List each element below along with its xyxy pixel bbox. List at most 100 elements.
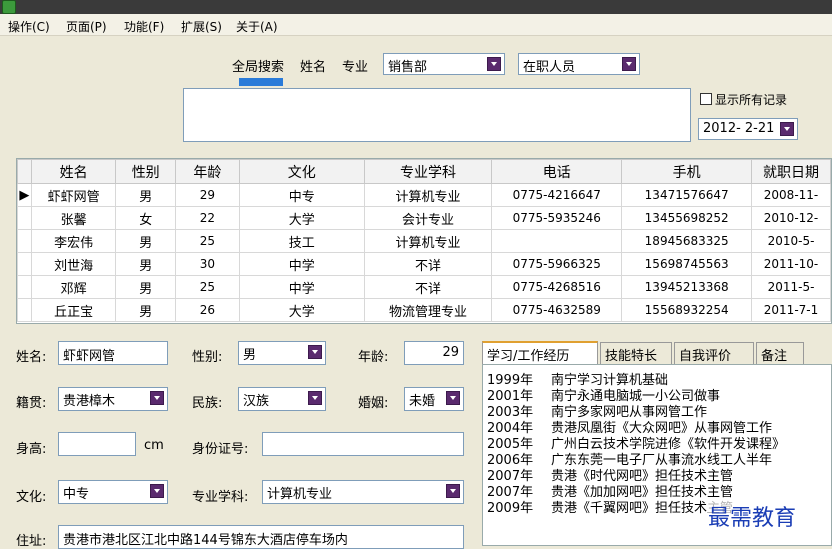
cell-gender[interactable]: 男 xyxy=(115,275,177,299)
search-name-option[interactable]: 姓名 xyxy=(300,56,326,75)
cell-age[interactable]: 30 xyxy=(175,252,240,276)
date-picker[interactable]: 2012- 2-21 xyxy=(698,118,798,140)
cell-name[interactable]: 李宏伟 xyxy=(30,229,117,253)
col-age[interactable]: 年龄 xyxy=(175,159,240,184)
cell-mobile[interactable]: 13471576647 xyxy=(621,183,753,207)
chevron-down-icon[interactable] xyxy=(780,122,794,136)
menu-page[interactable]: 页面(P) xyxy=(66,18,107,35)
cell-age[interactable]: 25 xyxy=(175,275,240,299)
cell-phone[interactable] xyxy=(491,229,623,253)
chevron-down-icon[interactable] xyxy=(308,391,322,405)
col-name[interactable]: 姓名 xyxy=(30,159,117,184)
cell-hire-date[interactable]: 2011-7-1 xyxy=(751,298,831,322)
chevron-down-icon[interactable] xyxy=(622,57,636,71)
cell-education[interactable]: 中专 xyxy=(238,183,365,207)
cell-name[interactable]: 虾虾网管 xyxy=(30,183,117,207)
cell-gender[interactable]: 男 xyxy=(115,298,177,322)
col-hire-date[interactable]: 就职日期 xyxy=(751,159,831,184)
cell-gender[interactable]: 女 xyxy=(115,206,177,230)
cell-education[interactable]: 中学 xyxy=(238,275,365,299)
table-row[interactable]: ▶ 虾虾网管 男 29 中专 计算机专业 0775-4216647 134715… xyxy=(17,183,831,207)
tab-skills[interactable]: 技能特长 xyxy=(600,342,672,364)
col-gender[interactable]: 性别 xyxy=(115,159,177,184)
cell-major[interactable]: 不详 xyxy=(363,275,493,299)
tab-experience[interactable]: 学习/工作经历 xyxy=(482,341,598,365)
cell-mobile[interactable]: 13945213368 xyxy=(621,275,753,299)
tab-global-search[interactable]: 全局搜索 xyxy=(232,56,284,75)
chevron-down-icon[interactable] xyxy=(308,345,322,359)
cell-name[interactable]: 丘正宝 xyxy=(30,298,117,322)
cell-hire-date[interactable]: 2011-10- xyxy=(751,252,831,276)
cell-gender[interactable]: 男 xyxy=(115,229,177,253)
education-select[interactable]: 中专 xyxy=(58,480,168,504)
ethnic-select[interactable]: 汉族 xyxy=(238,387,326,411)
cell-major[interactable]: 计算机专业 xyxy=(363,229,493,253)
menu-function[interactable]: 功能(F) xyxy=(124,18,164,35)
department-select[interactable]: 销售部 xyxy=(383,53,505,75)
cell-phone[interactable]: 0775-4216647 xyxy=(491,183,623,207)
menu-about[interactable]: 关于(A) xyxy=(236,18,278,35)
cell-mobile[interactable]: 15568932254 xyxy=(621,298,753,322)
table-row[interactable]: 张馨 女 22 大学 会计专业 0775-5935246 13455698252… xyxy=(17,206,831,230)
table-row[interactable]: 邓辉 男 25 中学 不详 0775-4268516 13945213368 2… xyxy=(17,275,831,299)
cell-hire-date[interactable]: 2011-5- xyxy=(751,275,831,299)
cell-phone[interactable]: 0775-5966325 xyxy=(491,252,623,276)
cell-name[interactable]: 张馨 xyxy=(30,206,117,230)
name-field[interactable]: 虾虾网管 xyxy=(58,341,168,365)
col-major[interactable]: 专业学科 xyxy=(363,159,493,184)
menu-operate[interactable]: 操作(C) xyxy=(8,18,50,35)
chevron-down-icon[interactable] xyxy=(487,57,501,71)
cell-education[interactable]: 大学 xyxy=(238,298,365,322)
native-place-select[interactable]: 贵港樟木 xyxy=(58,387,168,411)
cell-major[interactable]: 会计专业 xyxy=(363,206,493,230)
cell-phone[interactable]: 0775-4268516 xyxy=(491,275,623,299)
cell-gender[interactable]: 男 xyxy=(115,252,177,276)
status-select[interactable]: 在职人员 xyxy=(518,53,640,75)
chevron-down-icon[interactable] xyxy=(446,391,460,405)
major-select[interactable]: 计算机专业 xyxy=(262,480,464,504)
cell-hire-date[interactable]: 2008-11- xyxy=(751,183,831,207)
cell-hire-date[interactable]: 2010-12- xyxy=(751,206,831,230)
id-number-field[interactable] xyxy=(262,432,464,456)
cell-age[interactable]: 25 xyxy=(175,229,240,253)
cell-education[interactable]: 大学 xyxy=(238,206,365,230)
menu-extend[interactable]: 扩展(S) xyxy=(181,18,222,35)
search-memo-box[interactable] xyxy=(183,88,691,142)
show-all-checkbox[interactable] xyxy=(700,93,712,105)
cell-age[interactable]: 29 xyxy=(175,183,240,207)
table-row[interactable]: 李宏伟 男 25 技工 计算机专业 18945683325 2010-5- xyxy=(17,229,831,253)
table-row[interactable]: 丘正宝 男 26 大学 物流管理专业 0775-4632589 15568932… xyxy=(17,298,831,322)
cell-hire-date[interactable]: 2010-5- xyxy=(751,229,831,253)
cell-gender[interactable]: 男 xyxy=(115,183,177,207)
chevron-down-icon[interactable] xyxy=(150,391,164,405)
gender-select[interactable]: 男 xyxy=(238,341,326,365)
cell-age[interactable]: 26 xyxy=(175,298,240,322)
marital-select[interactable]: 未婚 xyxy=(404,387,464,411)
cell-mobile[interactable]: 15698745563 xyxy=(621,252,753,276)
watermark-text: 最需教育 xyxy=(708,500,797,532)
chevron-down-icon[interactable] xyxy=(446,484,460,498)
tab-self-evaluation[interactable]: 自我评价 xyxy=(674,342,754,364)
col-mobile[interactable]: 手机 xyxy=(621,159,753,184)
height-field[interactable] xyxy=(58,432,136,456)
cell-phone[interactable]: 0775-4632589 xyxy=(491,298,623,322)
col-phone[interactable]: 电话 xyxy=(491,159,623,184)
table-row[interactable]: 刘世海 男 30 中学 不详 0775-5966325 15698745563 … xyxy=(17,252,831,276)
age-field[interactable]: 29 xyxy=(404,341,464,365)
cell-mobile[interactable]: 13455698252 xyxy=(621,206,753,230)
tab-notes[interactable]: 备注 xyxy=(756,342,804,364)
cell-name[interactable]: 刘世海 xyxy=(30,252,117,276)
cell-major[interactable]: 物流管理专业 xyxy=(363,298,493,322)
cell-name[interactable]: 邓辉 xyxy=(30,275,117,299)
cell-phone[interactable]: 0775-5935246 xyxy=(491,206,623,230)
search-major-option[interactable]: 专业 xyxy=(342,56,368,75)
chevron-down-icon[interactable] xyxy=(150,484,164,498)
address-field[interactable]: 贵港市港北区江北中路144号锦东大酒店停车场内 xyxy=(58,525,464,549)
cell-age[interactable]: 22 xyxy=(175,206,240,230)
col-education[interactable]: 文化 xyxy=(238,159,365,184)
cell-major[interactable]: 不详 xyxy=(363,252,493,276)
cell-education[interactable]: 中学 xyxy=(238,252,365,276)
cell-education[interactable]: 技工 xyxy=(238,229,365,253)
cell-mobile[interactable]: 18945683325 xyxy=(621,229,753,253)
cell-major[interactable]: 计算机专业 xyxy=(363,183,493,207)
